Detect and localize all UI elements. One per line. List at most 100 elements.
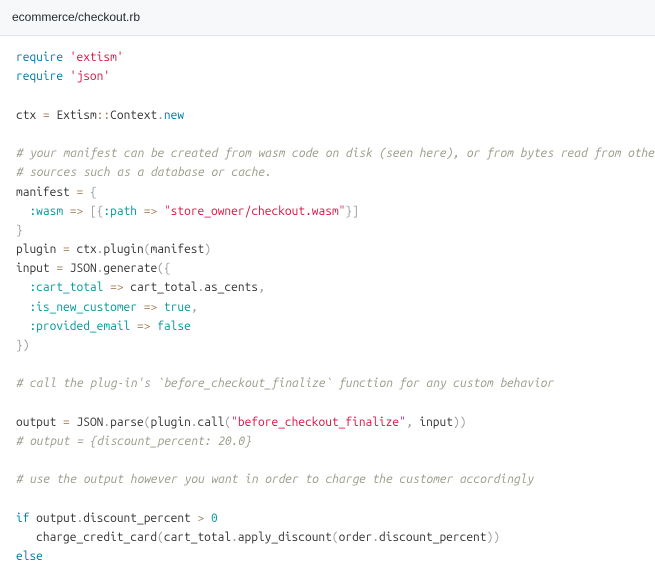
code-line: ctx = Extism::Context.new [16, 106, 639, 125]
token-op: = [63, 416, 70, 429]
token-punc: . [231, 531, 238, 544]
token-id [16, 205, 29, 218]
code-line [16, 87, 639, 106]
token-id: JSON [63, 262, 97, 275]
token-id [130, 320, 137, 333]
token-punc: )) [453, 416, 466, 429]
code-line: :provided_email => false [16, 317, 639, 336]
token-punc: [{ [83, 205, 103, 218]
token-id: plugin [103, 243, 143, 256]
token-op: = [63, 243, 70, 256]
code-line: if output.discount_percent > 0 [16, 509, 639, 528]
token-id: discount_percent [83, 512, 197, 525]
token-punc: )) [487, 531, 500, 544]
token-op: => [144, 205, 157, 218]
token-punc: , [406, 416, 419, 429]
token-bool: true [164, 301, 191, 314]
token-cmt: # output = {discount_percent: 20.0} [16, 435, 251, 448]
token-punc: . [157, 109, 164, 122]
token-id: ctx [16, 109, 43, 122]
code-line: :cart_total => cart_total.as_cents, [16, 278, 639, 297]
code-line [16, 451, 639, 470]
token-kw: require [16, 51, 70, 64]
token-punc: ({ [157, 262, 170, 275]
token-punc: , [191, 301, 198, 314]
token-punc: . [372, 531, 379, 544]
token-str: 'json' [70, 70, 110, 83]
token-id: cart_total [164, 531, 231, 544]
token-sym: :is_new_customer [29, 301, 137, 314]
token-id [16, 301, 29, 314]
token-punc: . [191, 416, 198, 429]
token-id: as_cents [204, 281, 258, 294]
token-id: ctx [70, 243, 97, 256]
token-op: => [144, 301, 157, 314]
token-id [157, 301, 164, 314]
token-op: > [197, 512, 204, 525]
token-id: plugin [150, 416, 190, 429]
token-punc: { [83, 186, 96, 199]
code-line: require 'json' [16, 67, 639, 86]
code-line: :wasm => [{:path => "store_owner/checkou… [16, 202, 639, 221]
code-block: require 'extism'require 'json' ctx = Ext… [0, 36, 655, 582]
code-line: } [16, 221, 639, 240]
code-line: # call the plug-in's `before_checkout_fi… [16, 374, 639, 393]
token-punc: . [77, 512, 84, 525]
token-id: manifest [150, 243, 204, 256]
code-line: # your manifest can be created from wasm… [16, 144, 639, 163]
token-kw: new [164, 109, 184, 122]
code-line: charge_credit_card(cart_total.apply_disc… [16, 528, 639, 547]
token-str: "store_owner/checkout.wasm" [164, 205, 345, 218]
token-kw: require [16, 70, 70, 83]
token-id: manifest [16, 186, 76, 199]
token-kw: if [16, 512, 29, 525]
token-punc: } [16, 224, 23, 237]
token-punc: }) [16, 339, 29, 352]
token-punc: ( [157, 531, 164, 544]
token-id [63, 205, 70, 218]
code-line: plugin = ctx.plugin(manifest) [16, 240, 639, 259]
token-id [137, 301, 144, 314]
token-id: apply_discount [238, 531, 332, 544]
code-line: # use the output however you want in ord… [16, 470, 639, 489]
token-id: input [419, 416, 453, 429]
token-kw: else [16, 550, 43, 563]
token-id [204, 512, 211, 525]
token-id: output [29, 512, 76, 525]
token-sym: :cart_total [29, 281, 103, 294]
token-punc: ( [332, 531, 339, 544]
token-id: Context [110, 109, 157, 122]
token-id [16, 281, 29, 294]
token-id: Extism [50, 109, 97, 122]
token-op: => [137, 320, 150, 333]
code-line [16, 394, 639, 413]
token-id: cart_total [124, 281, 198, 294]
token-id [157, 205, 164, 218]
token-id: charge_credit_card [16, 531, 157, 544]
token-id: generate [103, 262, 157, 275]
code-line: # output = {discount_percent: 20.0} [16, 432, 639, 451]
token-id: output [16, 416, 63, 429]
code-line: }) [16, 336, 639, 355]
token-cmt: # sources such as a database or cache. [16, 166, 271, 179]
token-punc: ) [204, 243, 211, 256]
code-line: else [16, 547, 639, 566]
token-punc: }] [345, 205, 358, 218]
token-id: parse [110, 416, 144, 429]
token-id: plugin [16, 243, 63, 256]
token-cmt: # your manifest can be created from wasm… [16, 147, 655, 160]
token-op: :: [97, 109, 110, 122]
token-cmt: # call the plug-in's `before_checkout_fi… [16, 377, 554, 390]
token-str: 'extism' [70, 51, 124, 64]
code-line: output = JSON.parse(plugin.call("before_… [16, 413, 639, 432]
code-line [16, 125, 639, 144]
token-id: discount_percent [379, 531, 487, 544]
code-line [16, 490, 639, 509]
code-line: manifest = { [16, 183, 639, 202]
code-line: :is_new_customer => true, [16, 298, 639, 317]
token-id [137, 205, 144, 218]
token-sym: :wasm [29, 205, 63, 218]
token-str: "before_checkout_finalize" [231, 416, 406, 429]
code-line: require 'extism' [16, 48, 639, 67]
token-sym: :provided_email [29, 320, 130, 333]
